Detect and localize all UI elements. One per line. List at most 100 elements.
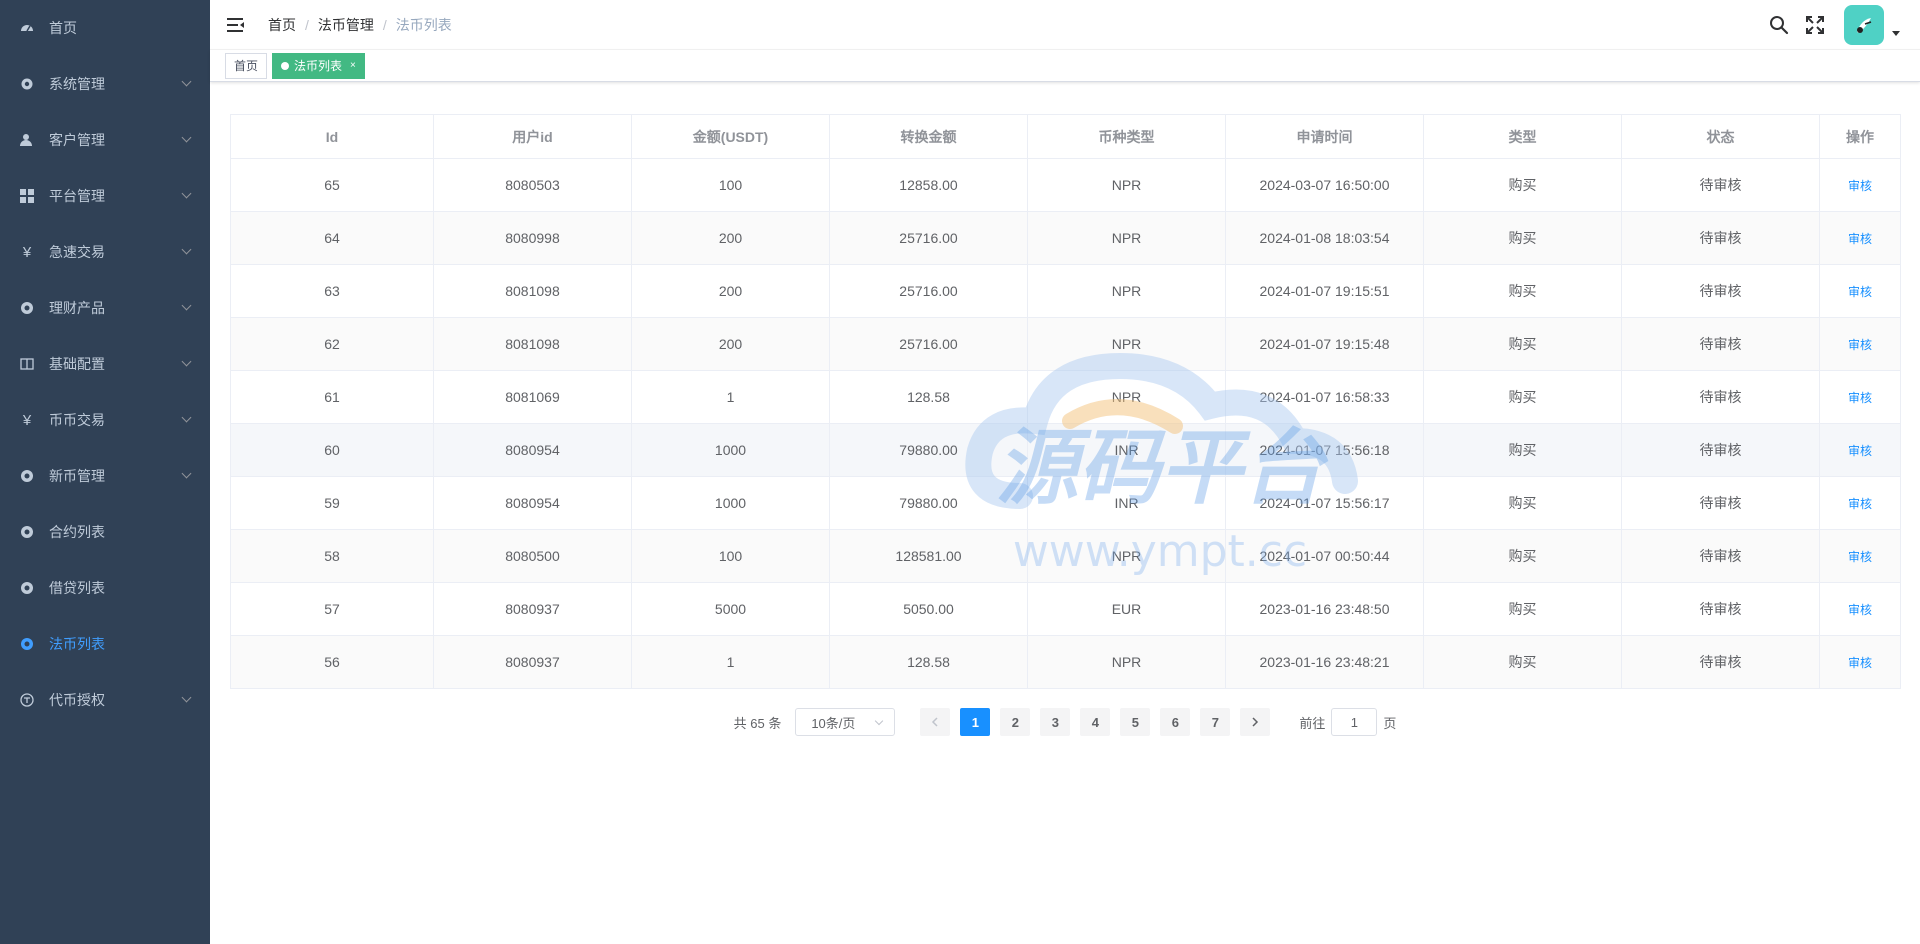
review-button[interactable]: 审核: [1848, 497, 1872, 511]
chevron-down-icon[interactable]: [1892, 30, 1900, 36]
tag-home[interactable]: 首页: [225, 52, 268, 79]
sidebar-item-label: 代币授权: [49, 692, 105, 708]
page-button[interactable]: 2: [1000, 708, 1031, 736]
sidebar-item[interactable]: 合约列表: [0, 504, 210, 560]
sidebar: 首页 系统管理 客户管理 平台管理 ¥ 急速交易 理财产品 基础配置 ¥ 币币交易 …: [0, 0, 210, 944]
table-cell: 100: [631, 529, 830, 583]
table-cell: 购买: [1423, 264, 1622, 318]
table-cell: 64: [230, 211, 434, 265]
review-button[interactable]: 审核: [1848, 285, 1872, 299]
page-button[interactable]: 6: [1160, 708, 1191, 736]
table-cell: 8081098: [433, 264, 632, 318]
breadcrumb: 首页 / 法币管理 / 法币列表: [268, 15, 452, 35]
review-button[interactable]: 审核: [1848, 391, 1872, 405]
column-header: 操作: [1819, 114, 1901, 159]
table-cell: 购买: [1423, 635, 1622, 689]
review-button[interactable]: 审核: [1848, 444, 1872, 458]
page-button[interactable]: 5: [1120, 708, 1151, 736]
sidebar-item-label: 急速交易: [49, 244, 105, 260]
pagination: 共 65 条 10条/页 1234567 前往 1 页: [230, 708, 1900, 736]
table-cell: EUR: [1027, 582, 1226, 636]
table-cell: 购买: [1423, 370, 1622, 424]
table-cell: 128581.00: [829, 529, 1028, 583]
table-cell: NPR: [1027, 158, 1226, 212]
table-cell: NPR: [1027, 635, 1226, 689]
sidebar-item[interactable]: 新币管理: [0, 448, 210, 504]
sidebar-item[interactable]: 法币列表: [0, 616, 210, 672]
sidebar-item[interactable]: ¥ 急速交易: [0, 224, 210, 280]
table-cell: 8080998: [433, 211, 632, 265]
review-button[interactable]: 审核: [1848, 656, 1872, 670]
prev-page-button[interactable]: [920, 708, 951, 736]
avatar[interactable]: [1844, 5, 1884, 45]
token-icon: [20, 693, 34, 707]
next-page-button[interactable]: [1240, 708, 1271, 736]
active-dot-icon: [281, 61, 290, 70]
goto-prefix: 前往: [1299, 715, 1326, 731]
table-cell: 审核: [1819, 370, 1901, 424]
table-row: 56 8080937 1 128.58 NPR 2023-01-16 23:48:21 购买…: [230, 635, 1901, 689]
tag-fiat-list[interactable]: 法币列表 ×: [272, 52, 365, 79]
table-cell: 1000: [631, 423, 830, 477]
user-icon: [20, 133, 34, 147]
search-icon[interactable]: [1768, 14, 1790, 36]
sidebar-item-label: 币币交易: [49, 412, 105, 428]
breadcrumb-fiat-management[interactable]: 法币管理: [318, 15, 374, 35]
table-cell: NPR: [1027, 370, 1226, 424]
circle-icon: [20, 525, 34, 539]
review-button[interactable]: 审核: [1848, 232, 1872, 246]
chevron-down-icon: [181, 356, 192, 367]
circle-icon: [20, 581, 34, 595]
sidebar-item[interactable]: 代币授权: [0, 672, 210, 728]
table-cell: 审核: [1819, 635, 1901, 689]
chevron-down-icon: [181, 692, 192, 703]
breadcrumb-home[interactable]: 首页: [268, 15, 296, 35]
table-cell: 1: [631, 635, 830, 689]
column-header: 状态: [1621, 114, 1820, 159]
table-cell: 2024-01-07 16:58:33: [1225, 370, 1424, 424]
fullscreen-icon[interactable]: [1804, 14, 1826, 36]
navbar: 首页 / 法币管理 / 法币列表: [210, 0, 1920, 50]
table-cell: 8080937: [433, 635, 632, 689]
table-cell: INR: [1027, 423, 1226, 477]
page-button[interactable]: 1: [960, 708, 991, 736]
table-cell: 200: [631, 264, 830, 318]
review-button[interactable]: 审核: [1848, 603, 1872, 617]
goto-page-input[interactable]: 1: [1331, 708, 1378, 736]
table-cell: 25716.00: [829, 211, 1028, 265]
sidebar-item[interactable]: 基础配置: [0, 336, 210, 392]
breadcrumb-separator: /: [305, 16, 309, 33]
sidebar-item[interactable]: 平台管理: [0, 168, 210, 224]
table-cell: 128.58: [829, 635, 1028, 689]
page-button[interactable]: 3: [1040, 708, 1071, 736]
table-cell: 8081098: [433, 317, 632, 371]
chevron-down-icon: [181, 188, 192, 199]
hamburger-icon[interactable]: [227, 16, 245, 34]
page-button[interactable]: 7: [1200, 708, 1231, 736]
review-button[interactable]: 审核: [1848, 550, 1872, 564]
table-cell: 57: [230, 582, 434, 636]
page-button[interactable]: 4: [1080, 708, 1111, 736]
sidebar-item[interactable]: 借贷列表: [0, 560, 210, 616]
table-cell: 审核: [1819, 158, 1901, 212]
table-cell: 8080503: [433, 158, 632, 212]
review-button[interactable]: 审核: [1848, 338, 1872, 352]
sidebar-item[interactable]: 客户管理: [0, 112, 210, 168]
table-cell: 79880.00: [829, 476, 1028, 530]
table-cell: 购买: [1423, 529, 1622, 583]
chevron-down-icon: [181, 244, 192, 255]
sidebar-item[interactable]: ¥ 币币交易: [0, 392, 210, 448]
table-cell: NPR: [1027, 317, 1226, 371]
review-button[interactable]: 审核: [1848, 179, 1872, 193]
column-header: 转换金额: [829, 114, 1028, 159]
goto-suffix: 页: [1383, 715, 1397, 731]
table-cell: 56: [230, 635, 434, 689]
sidebar-item[interactable]: 首页: [0, 0, 210, 56]
close-icon[interactable]: ×: [350, 54, 356, 78]
sidebar-item[interactable]: 理财产品: [0, 280, 210, 336]
sidebar-item-label: 基础配置: [49, 356, 105, 372]
sidebar-item[interactable]: 系统管理: [0, 56, 210, 112]
table-cell: 61: [230, 370, 434, 424]
table-row: 57 8080937 5000 5050.00 EUR 2023-01-16 23:48:…: [230, 582, 1901, 636]
page-size-select[interactable]: 10条/页: [795, 708, 896, 736]
